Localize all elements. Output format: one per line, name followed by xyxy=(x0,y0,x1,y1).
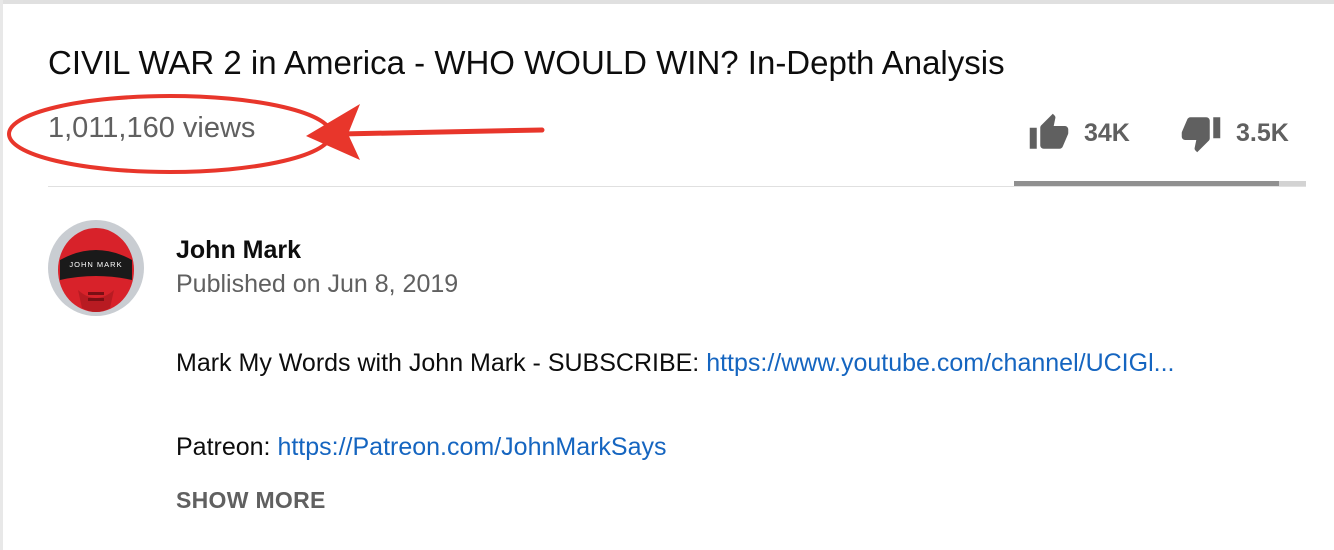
description-line-2: Patreon: https://Patreon.com/JohnMarkSay… xyxy=(176,433,667,462)
annotation-circle xyxy=(7,94,333,174)
thumb-up-icon xyxy=(1029,113,1069,149)
like-button[interactable]: 34K xyxy=(1028,112,1130,154)
avatar-image: JOHN MARK xyxy=(48,220,144,316)
show-more-button[interactable]: SHOW MORE xyxy=(176,487,326,514)
channel-link[interactable]: https://www.youtube.com/channel/UCIGl... xyxy=(706,349,1174,377)
channel-name[interactable]: John Mark xyxy=(176,236,301,265)
channel-avatar[interactable]: JOHN MARK xyxy=(48,220,144,316)
like-count: 34K xyxy=(1084,118,1130,147)
publish-date: Published on Jun 8, 2019 xyxy=(176,270,459,298)
description-subscribe-text: Mark My Words with John Mark - SUBSCRIBE… xyxy=(176,349,707,377)
dislike-count: 3.5K xyxy=(1236,118,1289,147)
description-line-1: Mark My Words with John Mark - SUBSCRIBE… xyxy=(176,349,1174,378)
avatar-text: JOHN MARK xyxy=(69,260,122,269)
divider xyxy=(48,186,1306,187)
thumb-down-icon xyxy=(1181,117,1221,153)
description-patreon-text: Patreon: xyxy=(176,433,278,461)
dislike-button[interactable]: 3.5K xyxy=(1180,112,1289,154)
annotation-arrow-shaft xyxy=(337,127,545,137)
patreon-link[interactable]: https://Patreon.com/JohnMarkSays xyxy=(277,433,666,461)
